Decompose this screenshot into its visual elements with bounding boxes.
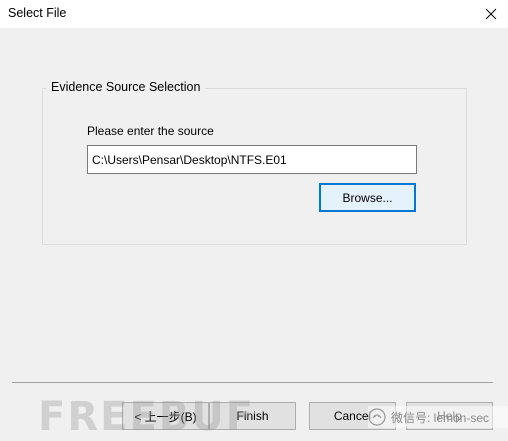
title-bar: Select File — [0, 0, 508, 28]
finish-button[interactable]: Finish — [209, 402, 296, 430]
footer-divider — [12, 382, 493, 383]
source-path-input[interactable] — [87, 145, 417, 174]
window-title: Select File — [8, 6, 67, 20]
browse-button[interactable]: Browse... — [319, 183, 416, 212]
close-button[interactable] — [474, 0, 508, 28]
groupbox-legend: Evidence Source Selection — [46, 80, 206, 94]
help-button[interactable]: Help — [406, 402, 493, 430]
back-button[interactable]: < 上一步(B) — [122, 402, 209, 430]
cancel-button[interactable]: Cancel — [309, 402, 396, 430]
close-icon — [485, 8, 497, 20]
source-prompt-label: Please enter the source — [87, 124, 214, 138]
